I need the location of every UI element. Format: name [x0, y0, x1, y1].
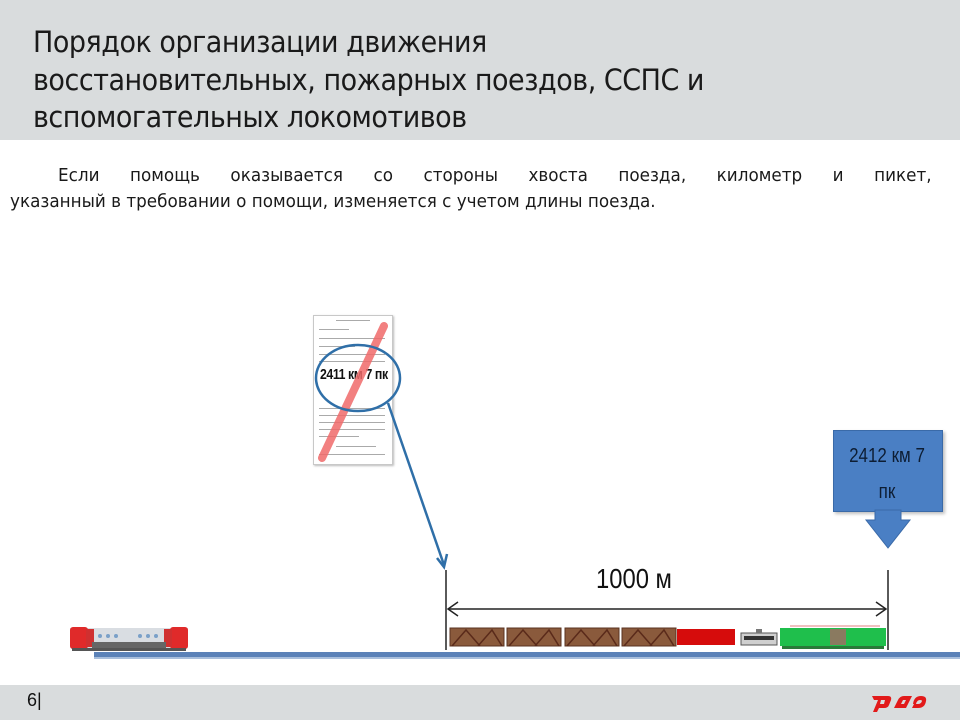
boxcar-icon	[564, 627, 620, 647]
green-locomotive-icon	[780, 625, 886, 649]
diagram-graphics	[70, 322, 960, 659]
red-car-icon	[677, 629, 735, 645]
page-number: 6|	[27, 690, 42, 710]
boxcar-icon	[506, 627, 562, 647]
pointer-arrow	[386, 402, 446, 566]
slide-footer	[0, 685, 960, 720]
rzd-logo-icon	[872, 696, 927, 712]
marker-arrow-icon	[864, 509, 912, 549]
tank-car-icon	[740, 629, 778, 646]
railway-track	[94, 652, 960, 657]
helper-locomotive-icon	[70, 627, 188, 651]
boxcar-icon	[449, 627, 505, 647]
boxcar-icon	[621, 627, 677, 647]
